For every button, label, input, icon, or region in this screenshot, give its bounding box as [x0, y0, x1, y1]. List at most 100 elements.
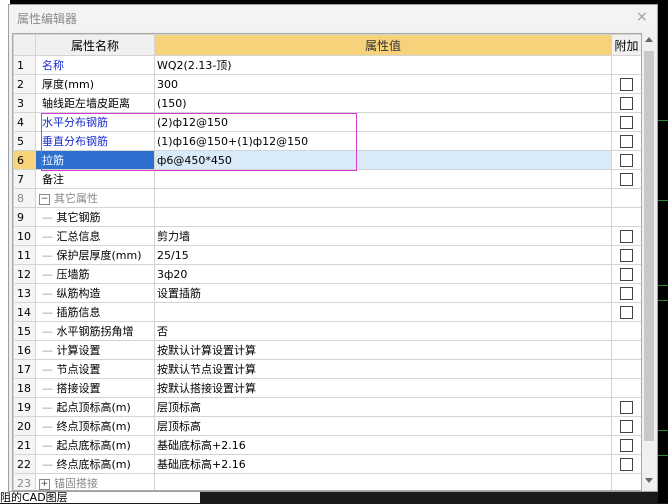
- property-value-cell[interactable]: 按默认计算设置计算: [154, 340, 612, 360]
- table-row[interactable]: 14— 插筋信息: [13, 302, 641, 322]
- property-name-cell[interactable]: − 其它属性: [35, 188, 155, 208]
- extra-checkbox[interactable]: [620, 115, 633, 129]
- property-name-cell[interactable]: — 汇总信息: [35, 226, 155, 246]
- property-value-cell[interactable]: (2)ф12@150: [154, 112, 612, 132]
- scroll-down-icon[interactable]: [645, 478, 653, 483]
- table-row[interactable]: 17— 节点设置 按默认节点设置计算: [13, 359, 641, 379]
- table-row[interactable]: 8− 其它属性: [13, 188, 641, 208]
- extra-checkbox[interactable]: [620, 457, 633, 471]
- extra-checkbox[interactable]: [620, 286, 633, 300]
- property-name-cell[interactable]: — 起点底标高(m): [35, 435, 155, 455]
- property-value-cell[interactable]: 基础底标高+2.16: [154, 454, 612, 474]
- extra-checkbox[interactable]: [620, 153, 633, 167]
- extra-checkbox[interactable]: [620, 96, 633, 110]
- extra-checkbox[interactable]: [620, 248, 633, 262]
- table-row[interactable]: 1 名称 WQ2(2.13-顶): [13, 55, 641, 75]
- property-name-cell[interactable]: 垂直分布钢筋: [35, 131, 155, 151]
- extra-checkbox[interactable]: [620, 438, 633, 452]
- property-value-cell[interactable]: [154, 169, 612, 189]
- table-row[interactable]: 15— 水平钢筋拐角增否: [13, 321, 641, 341]
- extra-cell: [611, 245, 641, 265]
- extra-checkbox[interactable]: [620, 400, 633, 414]
- property-value-cell[interactable]: 25/15: [154, 245, 612, 265]
- property-name-cell[interactable]: + 锚固搭接: [35, 473, 155, 490]
- property-name-cell[interactable]: — 水平钢筋拐角增: [35, 321, 155, 341]
- table-row[interactable]: 3 轴线距左墙皮距离 (150): [13, 93, 641, 113]
- table-row[interactable]: 20— 终点顶标高(m) 层顶标高: [13, 416, 641, 436]
- property-name-cell[interactable]: — 插筋信息: [35, 302, 155, 322]
- table-row[interactable]: 19— 起点顶标高(m) 层顶标高: [13, 397, 641, 417]
- property-name-cell[interactable]: — 保护层厚度(mm): [35, 245, 155, 265]
- property-value-cell[interactable]: [154, 188, 612, 208]
- expand-icon[interactable]: +: [39, 478, 50, 490]
- property-value-cell[interactable]: 层顶标高: [154, 397, 612, 417]
- table-row[interactable]: 11— 保护层厚度(mm) 25/15: [13, 245, 641, 265]
- property-name-cell[interactable]: 轴线距左墙皮距离: [35, 93, 155, 113]
- property-value-cell[interactable]: 基础底标高+2.16: [154, 435, 612, 455]
- extra-checkbox[interactable]: [620, 267, 633, 281]
- scroll-up-icon[interactable]: [645, 37, 653, 42]
- close-icon[interactable]: ×: [636, 9, 648, 25]
- table-row[interactable]: 4 水平分布钢筋 (2)ф12@150: [13, 112, 641, 132]
- extra-checkbox[interactable]: [620, 229, 633, 243]
- table-row[interactable]: 13— 纵筋构造 设置插筋: [13, 283, 641, 303]
- vertical-scrollbar[interactable]: [642, 33, 656, 491]
- extra-checkbox[interactable]: [620, 172, 633, 186]
- property-value-cell[interactable]: 剪力墙: [154, 226, 612, 246]
- property-name-cell[interactable]: — 其它钢筋: [35, 207, 155, 227]
- header-property-value[interactable]: 属性值: [154, 34, 612, 56]
- extra-checkbox[interactable]: [620, 77, 633, 91]
- property-value-cell[interactable]: 按默认搭接设置计算: [154, 378, 612, 398]
- table-row[interactable]: 5 垂直分布钢筋 (1)ф16@150+(1)ф12@150: [13, 131, 641, 151]
- collapse-icon[interactable]: −: [39, 193, 50, 205]
- table-row[interactable]: 6 拉筋 ф6@450*450: [13, 150, 641, 170]
- property-name-cell[interactable]: — 终点底标高(m): [35, 454, 155, 474]
- property-value-cell[interactable]: 按默认节点设置计算: [154, 359, 612, 379]
- table-row[interactable]: 12— 压墙筋 3ф20: [13, 264, 641, 284]
- header-extra[interactable]: 附加: [611, 34, 641, 56]
- table-row[interactable]: 7 备注: [13, 169, 641, 189]
- extra-checkbox[interactable]: [620, 134, 633, 148]
- property-name-cell[interactable]: — 纵筋构造: [35, 283, 155, 303]
- table-row[interactable]: 21— 起点底标高(m) 基础底标高+2.16: [13, 435, 641, 455]
- property-value-cell[interactable]: WQ2(2.13-顶): [154, 55, 612, 75]
- property-name-label: 拉筋: [42, 154, 64, 167]
- property-name-cell[interactable]: — 起点顶标高(m): [35, 397, 155, 417]
- property-name-cell[interactable]: 名称: [35, 55, 155, 75]
- property-name-cell[interactable]: — 计算设置: [35, 340, 155, 360]
- extra-checkbox[interactable]: [620, 419, 633, 433]
- property-name-cell[interactable]: — 终点顶标高(m): [35, 416, 155, 436]
- property-value-cell[interactable]: [154, 302, 612, 322]
- table-row[interactable]: 18— 搭接设置 按默认搭接设置计算: [13, 378, 641, 398]
- property-name-cell[interactable]: — 节点设置: [35, 359, 155, 379]
- property-value-cell[interactable]: [154, 473, 612, 490]
- property-value-cell[interactable]: 否: [154, 321, 612, 341]
- scroll-thumb[interactable]: [644, 51, 654, 441]
- property-name-cell[interactable]: 拉筋: [35, 150, 155, 170]
- property-value-cell[interactable]: 300: [154, 74, 612, 94]
- title-bar[interactable]: 属性编辑器 ×: [9, 5, 657, 31]
- extra-checkbox[interactable]: [620, 305, 633, 319]
- property-value-cell[interactable]: 3ф20: [154, 264, 612, 284]
- property-value-cell[interactable]: [154, 207, 612, 227]
- table-row[interactable]: 10— 汇总信息 剪力墙: [13, 226, 641, 246]
- table-row[interactable]: 16— 计算设置 按默认计算设置计算: [13, 340, 641, 360]
- row-number: 8: [13, 188, 36, 208]
- table-row[interactable]: 2 厚度(mm) 300: [13, 74, 641, 94]
- property-name-cell[interactable]: 厚度(mm): [35, 74, 155, 94]
- property-name-cell[interactable]: — 压墙筋: [35, 264, 155, 284]
- property-value-cell[interactable]: ф6@450*450: [154, 150, 612, 170]
- property-value-cell[interactable]: (1)ф16@150+(1)ф12@150: [154, 131, 612, 151]
- property-value-cell[interactable]: 层顶标高: [154, 416, 612, 436]
- property-name-cell[interactable]: 备注: [35, 169, 155, 189]
- row-number: 9: [13, 207, 36, 227]
- property-name-cell[interactable]: 水平分布钢筋: [35, 112, 155, 132]
- property-value-cell[interactable]: (150): [154, 93, 612, 113]
- table-row[interactable]: 9— 其它钢筋: [13, 207, 641, 227]
- property-value-cell[interactable]: 设置插筋: [154, 283, 612, 303]
- extra-cell: [611, 207, 641, 227]
- property-name-cell[interactable]: — 搭接设置: [35, 378, 155, 398]
- table-row[interactable]: 22— 终点底标高(m) 基础底标高+2.16: [13, 454, 641, 474]
- header-property-name[interactable]: 属性名称: [35, 34, 155, 56]
- table-row[interactable]: 23 + 锚固搭接: [13, 473, 641, 490]
